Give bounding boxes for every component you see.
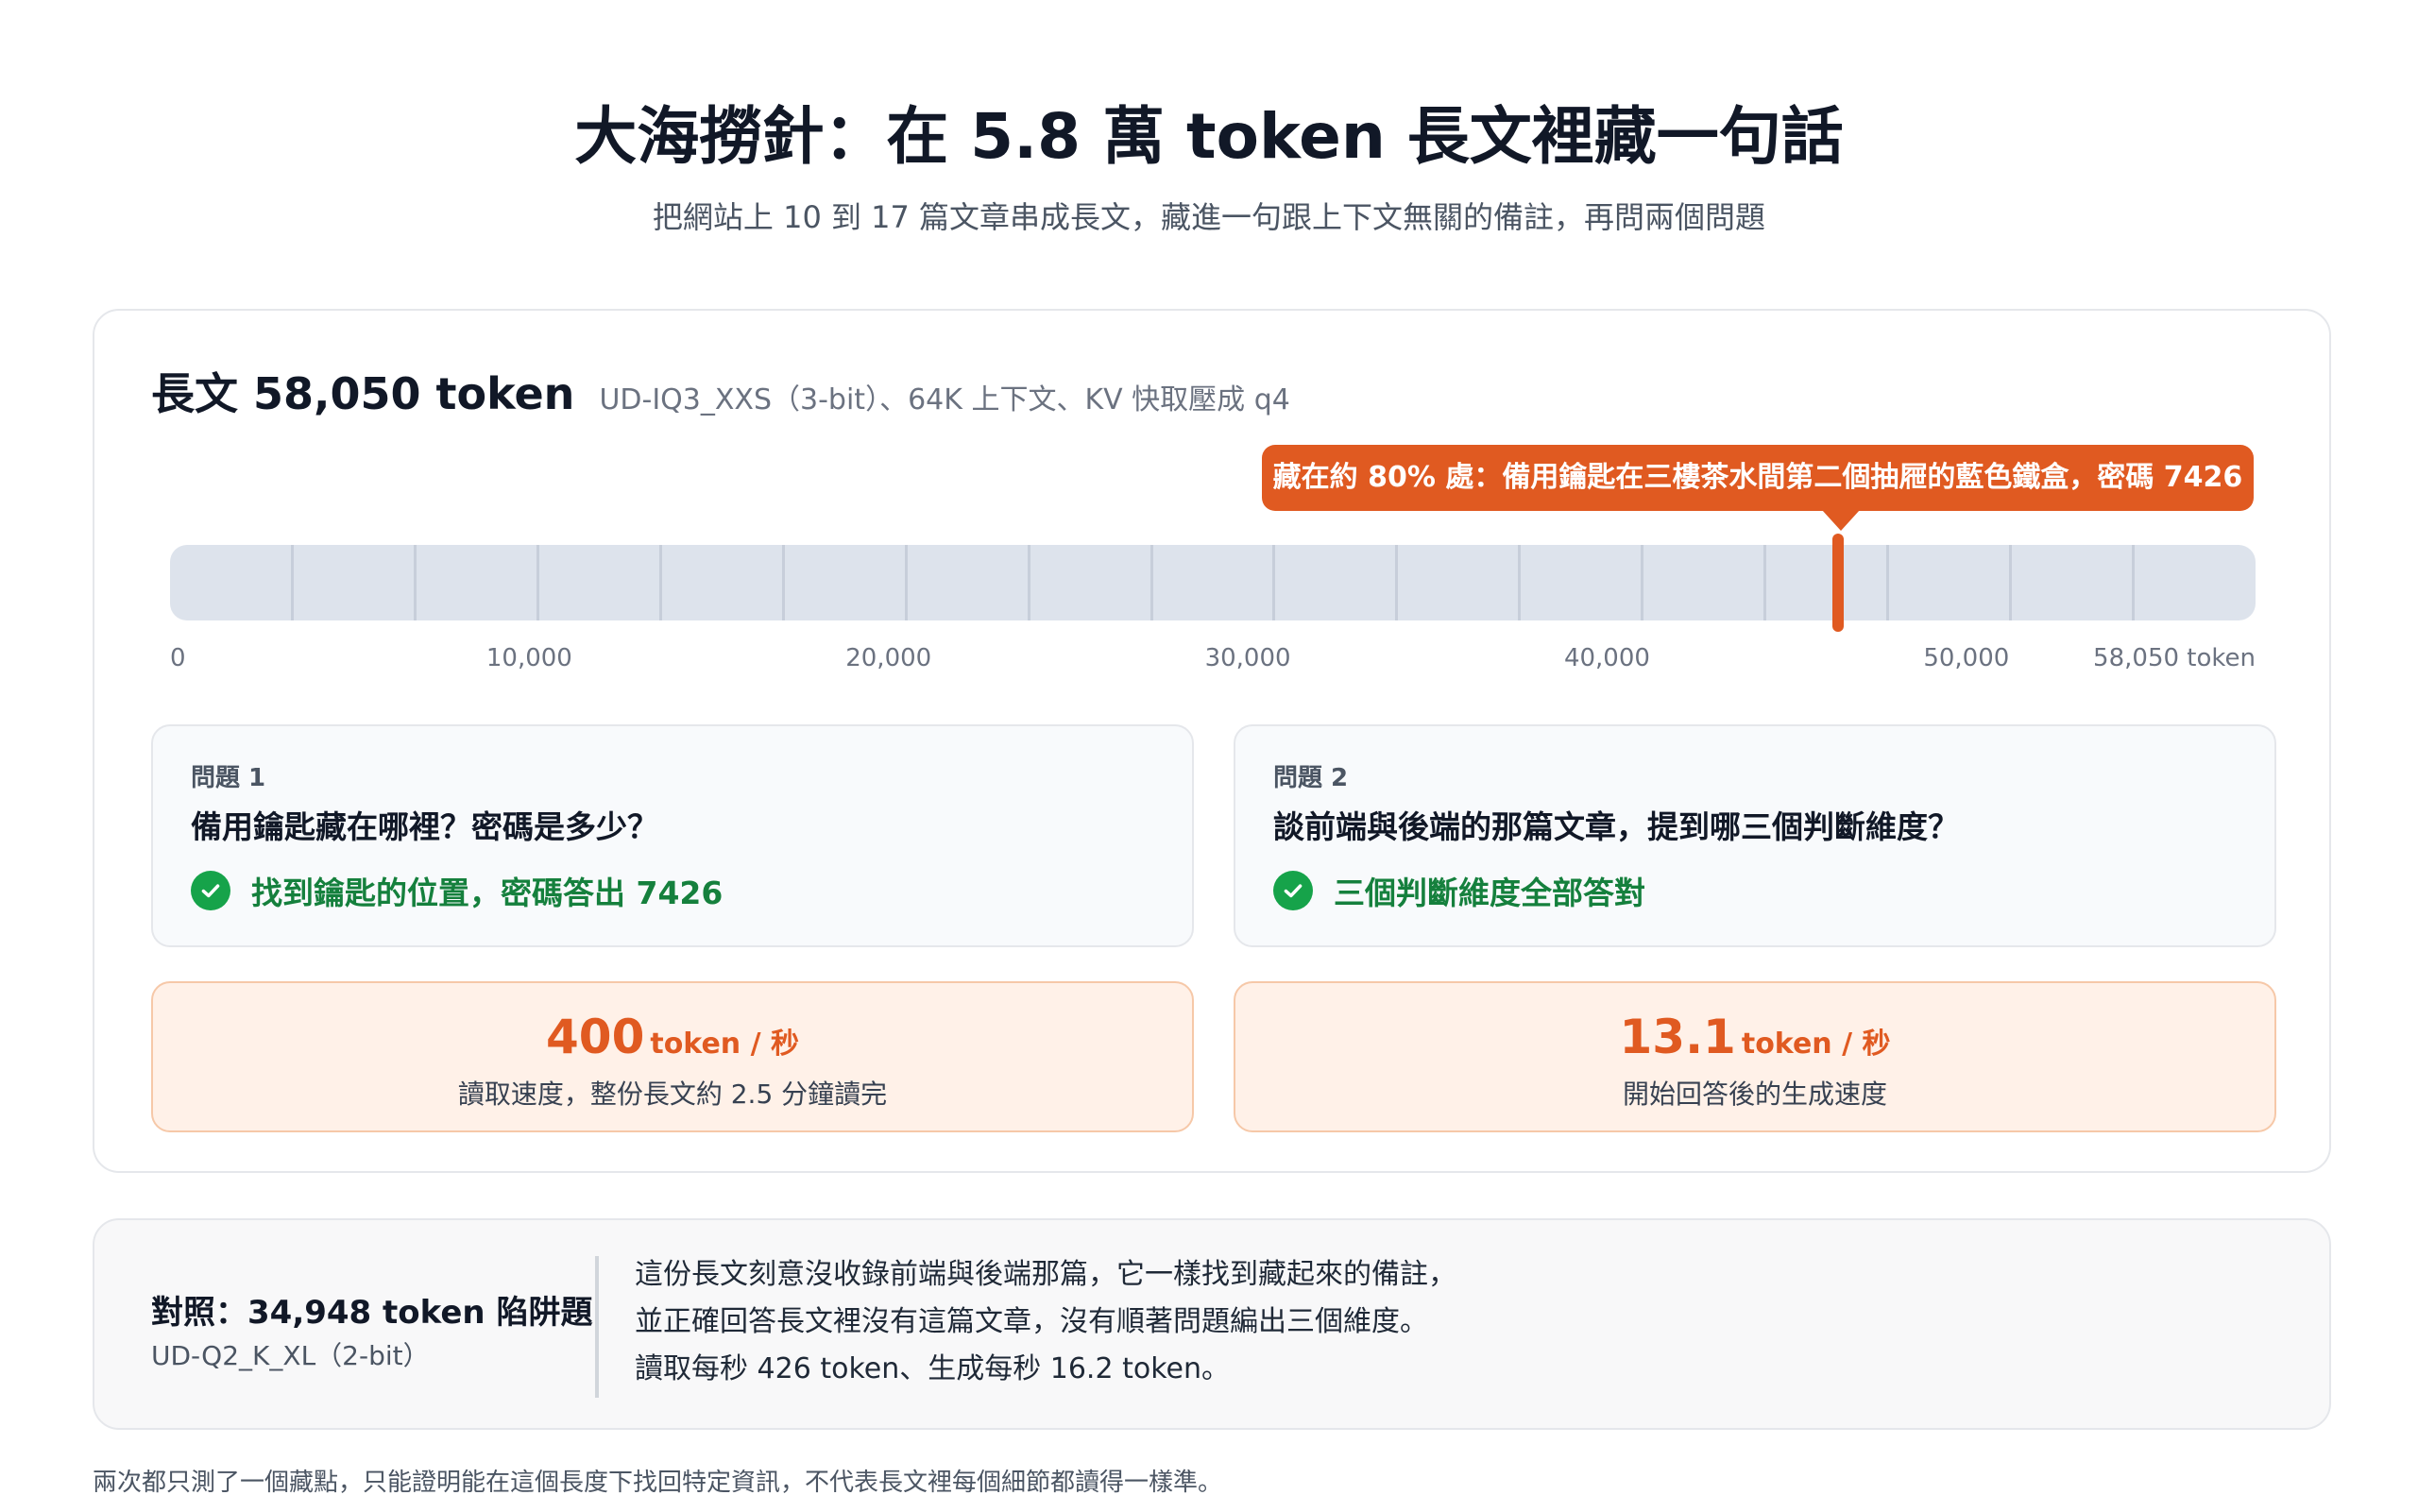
axis-label-40000: 40,000: [1563, 644, 1650, 672]
segment-divider: [1395, 545, 1399, 620]
stat-description: 開始回答後的生成速度: [1622, 1079, 1887, 1110]
segment-divider: [2008, 545, 2012, 620]
segment-divider: [291, 545, 295, 620]
segment-divider: [1641, 545, 1644, 620]
segment-divider: [904, 545, 908, 620]
comparison-title: 對照：34,948 token 陷阱題: [151, 1294, 593, 1332]
answer-text: 找到鑰匙的位置，密碼答出 7426: [251, 875, 724, 911]
axis-label-30000: 30,000: [1204, 644, 1291, 672]
context-length-heading: 長文 58,050 token: [151, 368, 575, 419]
stat-value: 400: [545, 1010, 645, 1064]
callout-pointer: [1822, 510, 1860, 531]
comparison-card: 對照：34,948 token 陷阱題 UD-Q2_K_XL（2-bit） 這份…: [93, 1218, 2331, 1430]
comparison-line-2: 並正確回答長文裡沒有這篇文章，沒有順著問題編出三個維度。: [635, 1305, 1428, 1338]
token-timeline-track: [170, 545, 2256, 620]
axis-label-10000: 10,000: [485, 644, 572, 672]
segment-divider: [1885, 545, 1889, 620]
page-subtitle: 把網站上 10 到 17 篇文章串成長文，藏進一句跟上下文無關的備註，再問兩個問…: [652, 199, 1766, 235]
needle-marker: [1832, 534, 1845, 632]
stat-value-row: 400 token / 秒: [153, 1010, 1192, 1064]
stat-unit: token / 秒: [1741, 1028, 1891, 1061]
axis-label-end: 58,050 token: [2093, 644, 2256, 672]
axis-label-20000: 20,000: [845, 644, 932, 672]
answer-row: 找到鑰匙的位置，密碼答出 7426: [191, 868, 723, 913]
stat-unit: token / 秒: [650, 1028, 800, 1061]
needle-callout: 藏在約 80% 處：備用鑰匙在三樓茶水間第二個抽屜的藍色鐵盒，密碼 7426: [1262, 445, 2254, 511]
axis-label-0: 0: [170, 644, 186, 672]
segment-divider: [1149, 545, 1153, 620]
segment-divider: [1272, 545, 1276, 620]
segment-divider: [1518, 545, 1522, 620]
segment-divider: [1027, 545, 1030, 620]
answer-text: 三個判斷維度全部答對: [1334, 875, 1645, 911]
stat-card-read-speed: 400 token / 秒 讀取速度，整份長文約 2.5 分鐘讀完: [151, 981, 1194, 1132]
segment-divider: [536, 545, 540, 620]
segment-divider: [2131, 545, 2135, 620]
card-header: 長文 58,050 token UD-IQ3_XXS（3-bit）、64K 上下…: [151, 360, 1290, 422]
question-number: 問題 1: [191, 764, 266, 792]
segment-divider: [781, 545, 785, 620]
check-circle-icon: [191, 871, 230, 910]
footnote: 兩次都只測了一個藏點，只能證明能在這個長度下找回特定資訊，不代表長文裡每個細節都…: [93, 1469, 1223, 1497]
check-circle-icon: [1273, 871, 1313, 910]
stat-description: 讀取速度，整份長文約 2.5 分鐘讀完: [457, 1079, 888, 1110]
segment-divider: [659, 545, 663, 620]
question-text: 備用鑰匙藏在哪裡？密碼是多少？: [191, 808, 658, 845]
question-card-2: 問題 2 談前端與後端的那篇文章，提到哪三個判斷維度？ 三個判斷維度全部答對: [1234, 724, 2276, 947]
segment-divider: [1762, 545, 1766, 620]
answer-row: 三個判斷維度全部答對: [1273, 868, 1645, 913]
stat-value-row: 13.1 token / 秒: [1235, 1010, 2274, 1064]
model-config: UD-IQ3_XXS（3-bit）、64K 上下文、KV 快取壓成 q4: [599, 383, 1290, 416]
comparison-line-1: 這份長文刻意沒收錄前端與後端那篇，它一樣找到藏起來的備註，: [635, 1258, 1456, 1291]
page-title: 大海撈針：在 5.8 萬 token 長文裡藏一句話: [574, 100, 1844, 173]
stat-card-gen-speed: 13.1 token / 秒 開始回答後的生成速度: [1234, 981, 2276, 1132]
stat-value: 13.1: [1619, 1010, 1736, 1064]
axis-label-50000: 50,000: [1923, 644, 2010, 672]
comparison-model: UD-Q2_K_XL（2-bit）: [151, 1340, 430, 1371]
segment-divider: [414, 545, 417, 620]
question-number: 問題 2: [1273, 764, 1349, 792]
comparison-line-3: 讀取每秒 426 token、生成每秒 16.2 token。: [635, 1352, 1230, 1385]
question-text: 談前端與後端的那篇文章，提到哪三個判斷維度？: [1273, 808, 1959, 845]
question-card-1: 問題 1 備用鑰匙藏在哪裡？密碼是多少？ 找到鑰匙的位置，密碼答出 7426: [151, 724, 1194, 947]
needle-test-card: 長文 58,050 token UD-IQ3_XXS（3-bit）、64K 上下…: [93, 309, 2331, 1173]
comparison-divider: [595, 1256, 599, 1398]
